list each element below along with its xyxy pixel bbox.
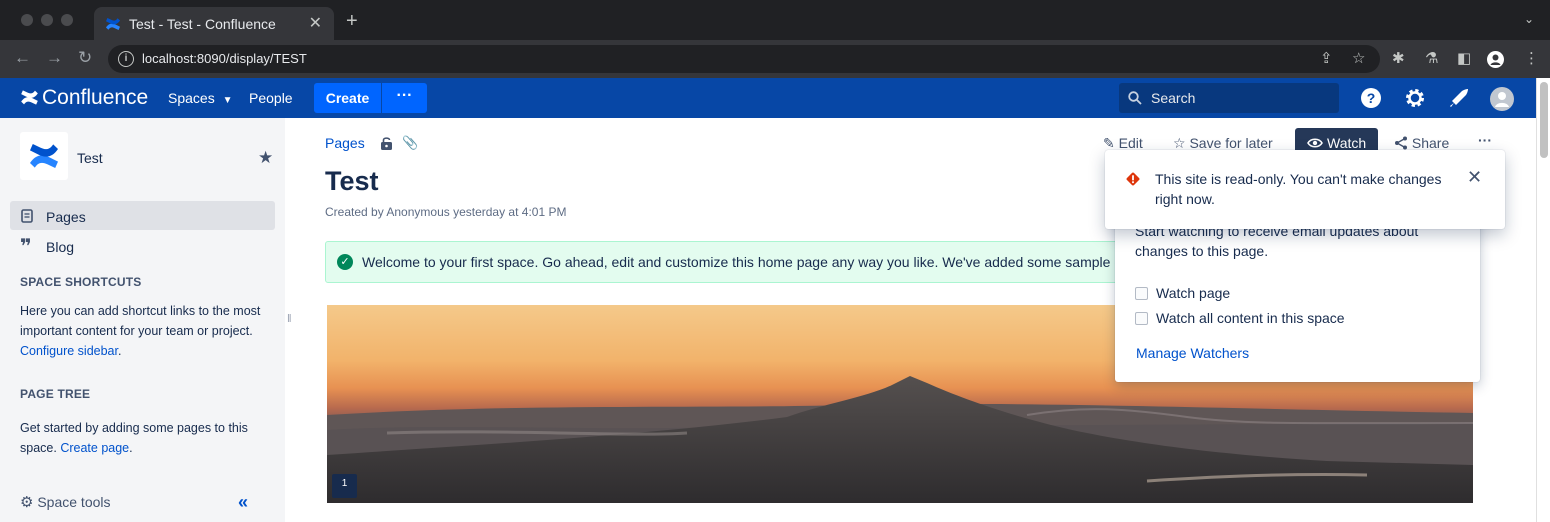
sidebar-item-blog[interactable]: Blog [46, 239, 74, 255]
new-tab-button[interactable]: + [346, 10, 358, 33]
pencil-icon: ✎ [1103, 135, 1115, 151]
page-tree-description: Get started by adding some pages to this… [20, 421, 248, 455]
confluence-header: Confluence Spaces ▼ People Create ··· Se… [0, 78, 1536, 118]
profile-avatar-icon[interactable] [1487, 51, 1504, 68]
checkbox-icon[interactable] [1135, 312, 1148, 325]
url-text[interactable]: localhost:8090/display/TEST [142, 51, 307, 66]
space-name[interactable]: Test [77, 150, 103, 166]
create-page-link[interactable]: Create page [60, 441, 129, 455]
save-for-later-label: Save for later [1189, 135, 1273, 151]
window-zoom-dot[interactable] [61, 14, 73, 26]
browser-menu-icon[interactable]: ⋮ [1524, 49, 1539, 67]
spaces-label: Spaces [168, 90, 215, 106]
edit-label: Edit [1118, 135, 1143, 151]
space-shortcuts-heading: SPACE SHORTCUTS [20, 275, 142, 289]
inline-comment-icon[interactable]: 1 [332, 474, 357, 498]
bookmark-star-icon[interactable]: ☆ [1352, 49, 1365, 67]
share-icon [1395, 136, 1407, 150]
window-close-dot[interactable] [21, 14, 33, 26]
flag-message: This site is read-only. You can't make c… [1155, 171, 1442, 207]
space-sidebar: Test ★ Pages ❞ Blog SPACE SHORTCUTS Here… [0, 118, 285, 522]
tab-search-icon[interactable]: ⌄ [1524, 12, 1534, 26]
search-input[interactable]: Search [1119, 83, 1339, 113]
tab-title: Test - Test - Confluence [129, 16, 276, 32]
success-check-icon: ✓ [337, 254, 353, 270]
page-more-actions-button[interactable]: ··· [1478, 132, 1492, 148]
settings-gear-icon[interactable] [1404, 87, 1426, 109]
attachments-paperclip-icon[interactable]: 📎 [402, 135, 418, 151]
reload-icon[interactable]: ↻ [78, 48, 92, 68]
forward-arrow-icon[interactable]: → [46, 48, 63, 68]
collapse-sidebar-icon[interactable]: « [238, 492, 248, 513]
side-panel-icon[interactable]: ◧ [1457, 49, 1471, 67]
space-avatar[interactable] [20, 132, 68, 180]
page-title: Test [325, 166, 379, 196]
site-info-icon[interactable]: i [118, 51, 134, 67]
search-placeholder: Search [1151, 90, 1196, 106]
blog-quote-icon: ❞ [20, 236, 32, 258]
create-more-button[interactable]: ··· [382, 83, 427, 113]
configure-sidebar-link[interactable]: Configure sidebar [20, 344, 118, 358]
page-tree-text: Get started by adding some pages to this… [20, 421, 248, 455]
page-byline: Created by Anonymous yesterday at 4:01 P… [325, 205, 567, 219]
watch-page-label: Watch page [1156, 285, 1231, 301]
space-logo-icon [30, 144, 58, 168]
labs-flask-icon[interactable]: ⚗ [1425, 49, 1438, 67]
create-button[interactable]: Create [314, 83, 381, 113]
manage-watchers-link[interactable]: Manage Watchers [1136, 345, 1249, 361]
back-arrow-icon[interactable]: ← [14, 48, 31, 68]
restrictions-lock-icon[interactable] [380, 136, 393, 151]
window-minimize-dot[interactable] [41, 14, 53, 26]
confluence-logo-icon[interactable] [20, 88, 39, 107]
space-tools-button[interactable]: ⚙ Space tools [20, 493, 111, 511]
shortcuts-description: Here you can add shortcut links to the m… [20, 304, 261, 338]
pages-doc-icon [21, 209, 33, 223]
watch-space-label: Watch all content in this space [1156, 310, 1345, 326]
browser-tab-bar: Test - Test - Confluence ✕ + ⌄ [0, 0, 1550, 40]
notifications-megaphone-icon[interactable] [1448, 87, 1470, 109]
help-icon[interactable]: ? [1360, 87, 1382, 109]
browser-toolbar: ← → ↻ i localhost:8090/display/TEST ⇪ ☆ … [0, 40, 1550, 78]
watch-space-checkbox[interactable]: Watch all content in this space [1135, 310, 1345, 326]
checkbox-icon[interactable] [1135, 287, 1148, 300]
spaces-menu[interactable]: Spaces ▼ [168, 90, 233, 106]
scrollbar-thumb[interactable] [1540, 82, 1548, 158]
browser-tab[interactable]: Test - Test - Confluence ✕ [94, 7, 334, 40]
error-diamond-icon [1126, 172, 1140, 186]
page-tree-heading: PAGE TREE [20, 387, 91, 401]
space-tools-label: Space tools [37, 494, 111, 510]
space-shortcuts-text: Here you can add shortcut links to the m… [20, 304, 261, 358]
gear-icon: ⚙ [20, 494, 34, 511]
address-bar[interactable]: i localhost:8090/display/TEST ⇪ ☆ [108, 45, 1380, 73]
eye-icon [1307, 138, 1323, 148]
confluence-logo-text[interactable]: Confluence [42, 86, 148, 110]
confluence-favicon-icon [106, 18, 120, 30]
tab-close-icon[interactable]: ✕ [309, 13, 322, 33]
page-scrollbar[interactable] [1536, 78, 1550, 522]
read-only-flag: This site is read-only. You can't make c… [1105, 150, 1505, 229]
search-icon [1128, 91, 1142, 105]
people-link[interactable]: People [249, 90, 293, 106]
favourite-star-icon[interactable]: ★ [258, 148, 273, 168]
user-avatar-icon[interactable] [1490, 87, 1514, 111]
breadcrumb-pages[interactable]: Pages [325, 135, 365, 151]
watch-page-checkbox[interactable]: Watch page [1135, 285, 1230, 301]
extensions-icon[interactable]: ✱ [1392, 49, 1405, 67]
share-button[interactable]: Share [1394, 135, 1449, 151]
sidebar-item-label[interactable]: Pages [46, 209, 86, 225]
svg-text:?: ? [1367, 90, 1376, 106]
share-page-icon[interactable]: ⇪ [1320, 49, 1333, 67]
watch-dropdown: Start watching to receive email updates … [1115, 210, 1480, 382]
star-outline-icon: ☆ [1173, 135, 1186, 151]
close-icon[interactable]: ✕ [1467, 167, 1482, 188]
chevron-down-icon: ▼ [222, 95, 233, 106]
share-label: Share [1411, 135, 1450, 151]
